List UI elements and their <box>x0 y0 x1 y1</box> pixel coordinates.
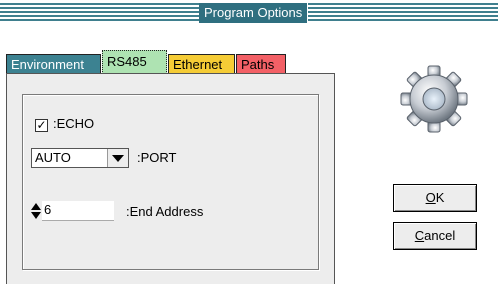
cancel-button[interactable]: Cancel <box>393 222 477 250</box>
end-address-label: :End Address <box>126 204 204 219</box>
end-address-spinner[interactable] <box>31 202 41 220</box>
dropdown-arrow-icon[interactable] <box>107 149 128 167</box>
title-bar: Program Options <box>0 0 498 26</box>
spin-down-icon[interactable] <box>31 212 41 219</box>
checkmark-icon: ✓ <box>36 118 47 132</box>
ok-label: K <box>435 190 445 205</box>
ok-accelerator: O <box>425 190 436 205</box>
tab-ethernet[interactable]: Ethernet <box>168 54 235 74</box>
gear-icon <box>400 65 468 133</box>
echo-label: :ECHO <box>53 116 95 131</box>
ok-button[interactable]: OK <box>393 184 477 212</box>
echo-checkbox[interactable]: ✓ <box>35 119 48 132</box>
spin-up-icon[interactable] <box>31 203 41 210</box>
rs485-tab-panel: ✓ :ECHO AUTO :PORT 6 :End Address <box>6 73 335 284</box>
tab-environment[interactable]: Environment <box>6 54 101 74</box>
tab-rs485[interactable]: RS485 <box>102 50 167 74</box>
tab-paths[interactable]: Paths <box>236 54 286 74</box>
window-title: Program Options <box>199 3 309 23</box>
port-select[interactable]: AUTO <box>31 148 129 168</box>
port-label: :PORT <box>137 150 177 165</box>
cancel-accelerator: C <box>414 228 425 243</box>
port-select-value: AUTO <box>35 150 71 165</box>
end-address-input[interactable]: 6 <box>42 201 114 221</box>
cancel-label: ancel <box>424 228 456 243</box>
